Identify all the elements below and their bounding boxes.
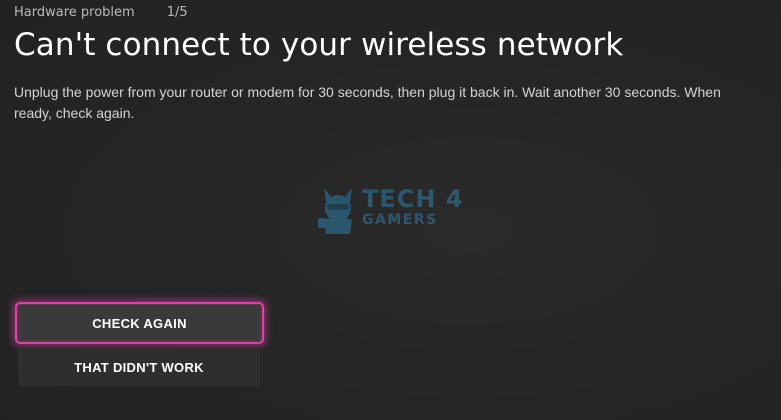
troubleshooter-screen: Hardware problem 1/5 Can't connect to yo… <box>0 0 781 420</box>
watermark-logo: TECH 4 GAMERS <box>312 180 482 240</box>
step-counter: 1/5 <box>166 4 188 20</box>
category-label: Hardware problem <box>14 4 135 20</box>
watermark-line2: GAMERS <box>362 212 438 228</box>
breadcrumb: Hardware problem 1/5 <box>14 3 188 21</box>
mascot-logo-icon <box>318 188 352 234</box>
check-again-button[interactable]: CHECK AGAIN <box>15 302 264 344</box>
that-didnt-work-button[interactable]: THAT DIDN'T WORK <box>18 348 260 386</box>
instructions-text: Unplug the power from your router or mod… <box>14 84 721 121</box>
page-title: Can't connect to your wireless network <box>14 27 624 63</box>
watermark-line1: TECH 4 <box>362 185 464 213</box>
